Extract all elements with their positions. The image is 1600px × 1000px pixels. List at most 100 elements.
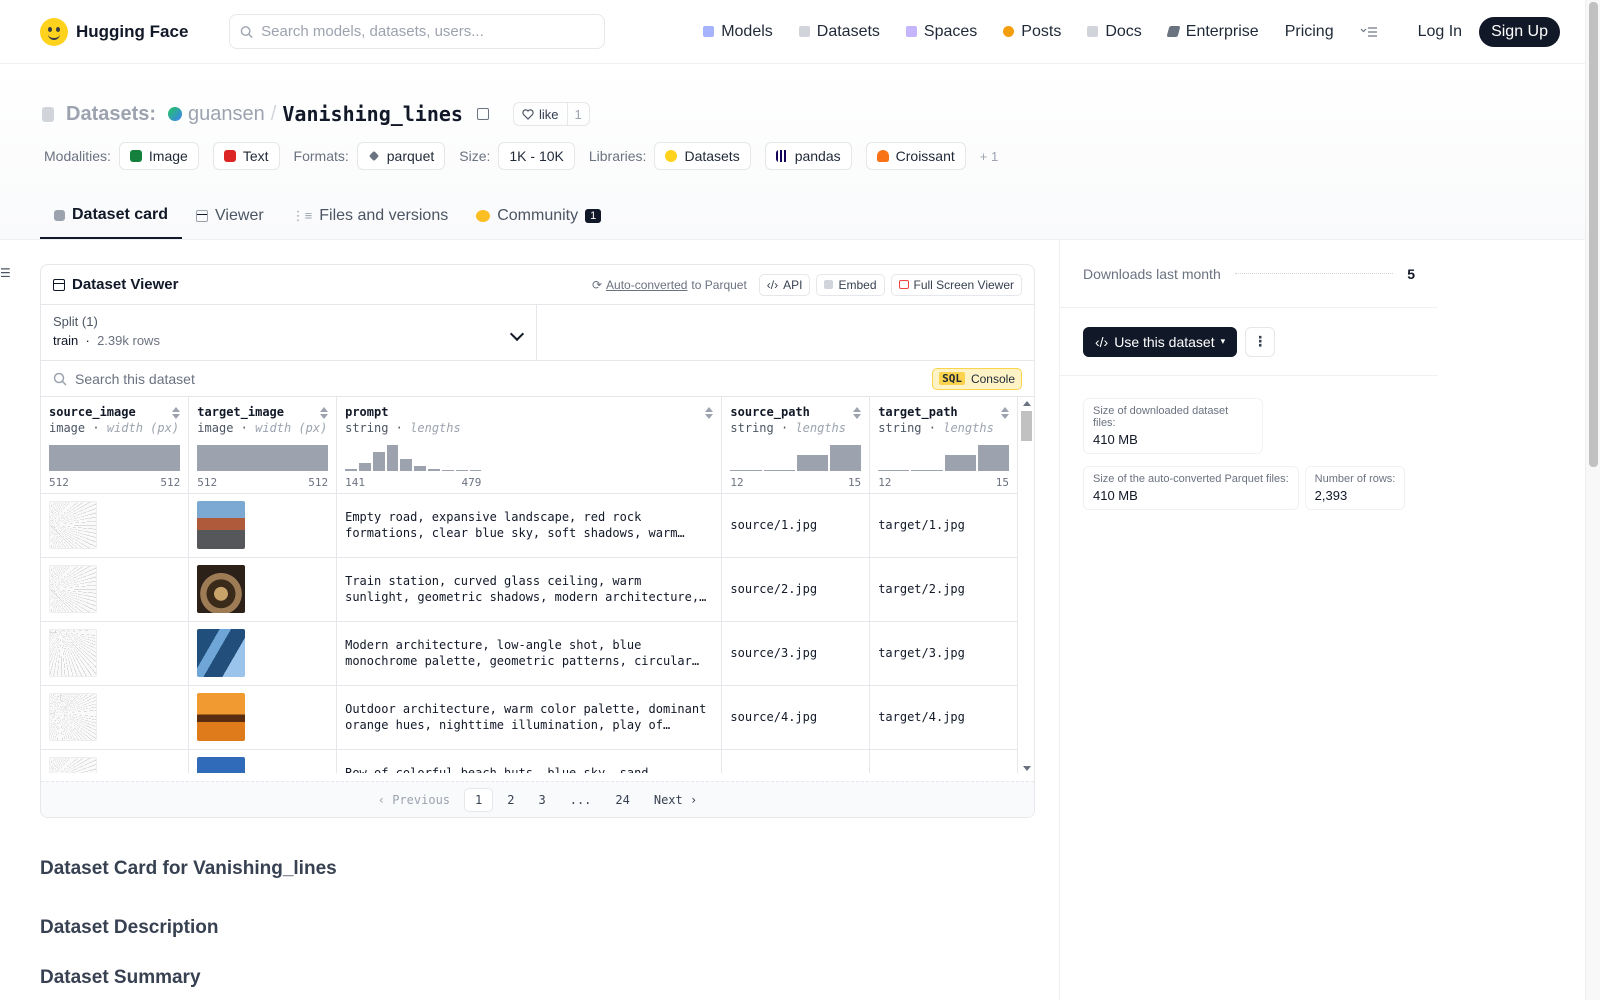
target-path-cell[interactable]: target/1.jpg [869,493,1018,558]
target-image-thumbnail[interactable] [197,629,246,677]
target-path-cell[interactable]: target/4.jpg [869,685,1018,750]
auto-converted-link[interactable]: Auto-converted [606,278,687,292]
copy-icon[interactable] [476,108,489,120]
target-image-cell[interactable] [188,493,338,558]
embed-button[interactable]: Embed [816,273,885,296]
sort-icon[interactable] [705,407,713,419]
source-path-cell[interactable]: source/2.jpg [721,557,871,622]
sql-console-button[interactable]: SQL Console [932,367,1022,390]
source-path-cell[interactable]: source/1.jpg [721,493,871,558]
histogram-bar[interactable] [49,445,181,471]
target-image-thumbnail[interactable] [197,693,246,741]
histogram-bar[interactable] [796,455,828,471]
tab-community[interactable]: Community 1 [462,193,615,239]
target-path-cell[interactable]: target/3.jpg [869,621,1018,686]
nav-posts[interactable]: Posts [990,23,1074,41]
more-options-button[interactable]: ⋮ [1245,326,1276,357]
source-image-cell[interactable] [41,685,190,750]
tag-size[interactable]: 1K - 10K [498,142,575,170]
page-1-button[interactable]: 1 [464,787,494,812]
histogram-bar[interactable] [197,445,329,471]
tag-datasets-lib[interactable]: Datasets [654,142,751,170]
source-image-thumbnail[interactable] [49,757,97,773]
source-image-thumbnail[interactable] [49,565,97,613]
table-row[interactable]: Train station, curved glass ceiling, war… [41,557,1018,622]
target-image-cell[interactable] [188,557,338,622]
next-page-button[interactable]: Next › [644,789,707,811]
source-image-thumbnail[interactable] [49,629,97,677]
nav-more-menu[interactable] [1347,26,1391,38]
source-path-cell[interactable] [721,749,871,773]
histogram-bar[interactable] [386,445,399,471]
previous-page-button[interactable]: ‹ Previous [368,789,460,811]
target-path-cell[interactable] [869,749,1018,773]
sort-icon[interactable] [172,407,180,419]
target-image-cell[interactable] [188,621,338,686]
source-path-cell[interactable]: source/4.jpg [721,685,871,750]
source-image-cell[interactable] [41,557,190,622]
target-image-cell[interactable] [188,749,338,773]
repo-name[interactable]: Vanishing_lines [282,102,463,126]
source-image-cell[interactable] [41,493,190,558]
histogram-bar[interactable] [830,445,862,471]
more-libraries[interactable]: + 1 [980,149,998,164]
sort-icon[interactable] [853,407,861,419]
column-header-source-image[interactable]: source_image image · width (px) 512 512 [41,397,190,494]
column-header-target-image[interactable]: target_image image · width (px) 512 512 [188,397,338,494]
table-row[interactable]: Modern architecture, low-angle shot, blu… [41,621,1018,686]
page-scrollbar[interactable] [1585,0,1600,1000]
prompt-cell[interactable]: Train station, curved glass ceiling, war… [336,557,723,622]
sort-icon[interactable] [320,407,328,419]
histogram-bar[interactable] [372,451,385,471]
histogram-bar[interactable] [345,468,357,471]
histogram-bar[interactable] [944,455,976,471]
histogram-bar[interactable] [878,469,910,471]
histogram-bar[interactable] [441,469,454,471]
column-header-source-path[interactable]: source_path string · lengths 12 15 [721,397,871,494]
global-search-input[interactable] [261,23,594,40]
prompt-cell[interactable]: Outdoor architecture, warm color palette… [336,685,723,750]
sort-icon[interactable] [1001,407,1009,419]
prompt-cell[interactable]: Empty road, expansive landscape, red roc… [336,493,723,558]
use-this-dataset-button[interactable]: ‹/› Use this dataset ▾ [1083,326,1238,357]
histogram-bar[interactable] [358,463,371,471]
source-image-cell[interactable] [41,621,190,686]
histogram-bar[interactable] [911,469,943,471]
histogram-bar[interactable] [977,445,1009,471]
split-selector[interactable]: Split (1) train · 2.39k rows [41,305,537,360]
tag-text[interactable]: Text [212,142,280,170]
target-image-thumbnail[interactable] [197,757,246,773]
column-header-target-path[interactable]: target_path string · lengths 12 15 [869,397,1018,494]
like-count[interactable]: 1 [566,103,589,125]
page-24-button[interactable]: 24 [605,789,639,811]
table-scrollbar[interactable] [1021,399,1032,773]
page-3-button[interactable]: 3 [528,789,555,811]
tab-viewer[interactable]: Viewer [182,193,278,239]
api-button[interactable]: ‹/› API [758,273,811,296]
login-button[interactable]: Log In [1405,23,1475,41]
histogram-bar[interactable] [763,469,795,471]
scroll-down-icon[interactable] [1023,766,1031,771]
nav-datasets[interactable]: Datasets [786,23,893,41]
tag-image[interactable]: Image [118,142,199,170]
table-row[interactable]: Empty road, expansive landscape, red roc… [41,493,1018,558]
nav-docs[interactable]: Docs [1074,23,1154,41]
scroll-thumb[interactable] [1021,411,1032,441]
source-image-thumbnail[interactable] [49,693,97,741]
target-image-thumbnail[interactable] [197,565,246,613]
column-header-prompt[interactable]: prompt string · lengths 141 479 [336,397,723,494]
tag-pandas-lib[interactable]: pandas [764,142,852,170]
source-path-cell[interactable]: source/3.jpg [721,621,871,686]
nav-enterprise[interactable]: Enterprise [1155,23,1272,41]
table-row[interactable]: Row of colorful beach huts, blue sky, sa… [41,749,1018,773]
prompt-cell[interactable]: Row of colorful beach huts, blue sky, sa… [336,749,723,773]
target-image-cell[interactable] [188,685,338,750]
fullscreen-button[interactable]: Full Screen Viewer [890,273,1022,296]
target-path-cell[interactable]: target/2.jpg [869,557,1018,622]
histogram-bar[interactable] [455,470,468,471]
source-image-thumbnail[interactable] [49,501,97,549]
histogram-bar[interactable] [469,470,482,471]
nav-pricing[interactable]: Pricing [1272,23,1347,41]
tag-parquet[interactable]: parquet [356,142,446,170]
nav-models[interactable]: Models [690,23,786,41]
